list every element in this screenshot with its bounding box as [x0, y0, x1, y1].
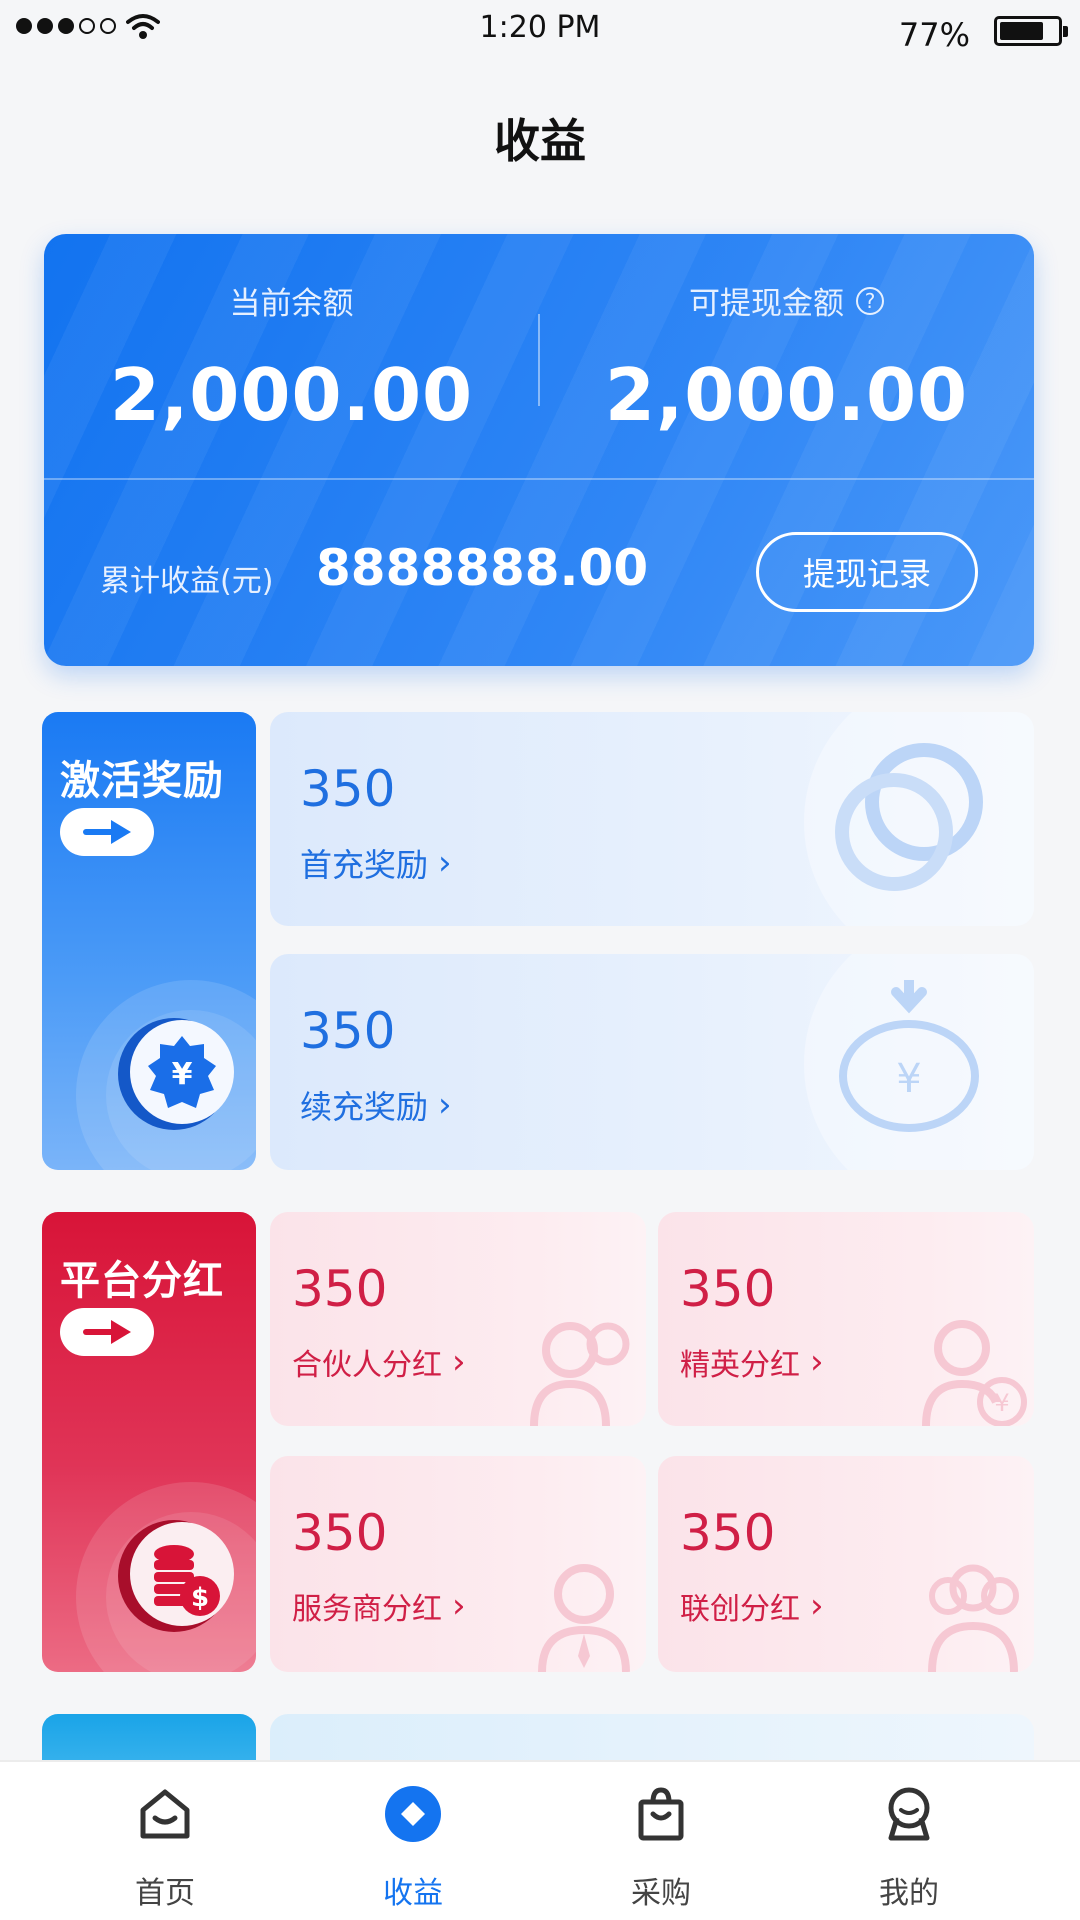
service-provider-dividend-label: 服务商分红 [292, 1592, 442, 1627]
co-founder-dividend-card[interactable]: 350 联创分红 › [658, 1456, 1034, 1672]
help-icon[interactable]: ? [856, 286, 884, 315]
partner-dividend-label: 合伙人分红 [292, 1348, 442, 1383]
chevron-right-icon: › [438, 843, 452, 883]
elite-dividend-card[interactable]: 350 精英分红 › ¥ [658, 1212, 1034, 1426]
withdraw-records-button[interactable]: 提现记录 [756, 532, 978, 612]
service-provider-dividend-value: 350 [292, 1504, 388, 1562]
chevron-right-icon: › [438, 1085, 452, 1125]
withdrawable-value: 2,000.00 [604, 353, 969, 437]
tab-purchase-label: 采购 [631, 1876, 691, 1911]
tab-earnings-label: 收益 [383, 1876, 443, 1911]
svg-text:¥: ¥ [172, 1057, 193, 1092]
earnings-icon [385, 1786, 441, 1842]
status-bar: 1:20 PM 77% [0, 0, 1080, 58]
current-balance-label: 当前余额 [229, 286, 354, 322]
chevron-right-icon: › [452, 1342, 466, 1382]
service-provider-dividend-card[interactable]: 350 服务商分红 › [270, 1456, 646, 1672]
coins-icon [835, 743, 983, 891]
elite-dividend-value: 350 [680, 1260, 776, 1318]
balance-card: 当前余额 2,000.00 可提现金额 ? 2,000.00 累计收益(元) 8… [44, 234, 1034, 666]
renewal-reward-card[interactable]: 350 续充奖励 › ¥ [270, 954, 1034, 1170]
shopping-bag-icon [638, 1787, 684, 1841]
arrow-right-icon[interactable] [60, 1308, 154, 1356]
activation-rewards-panel[interactable]: 激活奖励 ¥ [42, 712, 256, 1170]
platform-dividend-title: 平台分红 [60, 1258, 224, 1304]
battery-percent: 77% [898, 16, 970, 54]
bottom-tab-bar: 首页 收益 采购 我的 [0, 1760, 1080, 1920]
withdrawable-balance: 可提现金额 ? 2,000.00 [539, 278, 1034, 437]
yuan-coin-icon: ¥ [118, 1018, 234, 1130]
profile-icon [888, 1787, 930, 1841]
card-separator [44, 478, 1034, 480]
home-icon [140, 1789, 190, 1839]
tab-mine-label: 我的 [879, 1876, 939, 1911]
first-recharge-value: 350 [300, 760, 396, 818]
withdrawable-label: 可提现金额 [689, 286, 844, 322]
tab-home-label: 首页 [135, 1876, 195, 1911]
co-founder-dividend-value: 350 [680, 1504, 776, 1562]
current-balance: 当前余额 2,000.00 [44, 278, 539, 437]
earnings-screen: 1:20 PM 77% 收益 当前余额 2,000.00 可提现金额 ? 2,0… [0, 0, 1080, 1920]
piggy-bank-icon: ¥ [839, 980, 979, 1132]
elite-icon: ¥ [922, 1320, 1027, 1426]
cumulative-earnings-value: 8888888.00 [316, 539, 649, 597]
arrow-right-icon[interactable] [60, 808, 154, 856]
partner-dividend-card[interactable]: 350 合伙人分红 › [270, 1212, 646, 1426]
svg-text:$: $ [191, 1583, 209, 1613]
activation-rewards-title: 激活奖励 [60, 758, 224, 804]
renewal-label: 续充奖励 [300, 1088, 429, 1126]
partner-dividend-value: 350 [292, 1260, 388, 1318]
tab-purchase[interactable]: 采购 [526, 1762, 796, 1920]
chevron-right-icon: › [452, 1586, 466, 1626]
service-provider-icon [538, 1564, 630, 1672]
svg-text:¥: ¥ [896, 1056, 921, 1102]
chevron-right-icon: › [810, 1586, 824, 1626]
svg-text:¥: ¥ [994, 1389, 1009, 1417]
co-founder-dividend-label: 联创分红 [680, 1592, 800, 1627]
platform-dividend-panel[interactable]: 平台分红 $ [42, 1212, 256, 1672]
page-title: 收益 [494, 114, 586, 168]
chevron-right-icon: › [810, 1342, 824, 1382]
co-founder-icon [928, 1564, 1019, 1672]
partner-icon [530, 1322, 630, 1426]
dollar-coins-icon: $ [118, 1520, 234, 1632]
first-recharge-reward-card[interactable]: 350 首充奖励 › [270, 712, 1034, 926]
renewal-value: 350 [300, 1002, 396, 1060]
battery-icon [994, 16, 1068, 46]
tab-home[interactable]: 首页 [30, 1762, 300, 1920]
tab-earnings[interactable]: 收益 [278, 1762, 548, 1920]
current-balance-value: 2,000.00 [109, 353, 474, 437]
elite-dividend-label: 精英分红 [680, 1348, 800, 1383]
cumulative-earnings-label: 累计收益(元) [100, 564, 274, 599]
first-recharge-label: 首充奖励 [300, 846, 429, 884]
tab-mine[interactable]: 我的 [774, 1762, 1044, 1920]
